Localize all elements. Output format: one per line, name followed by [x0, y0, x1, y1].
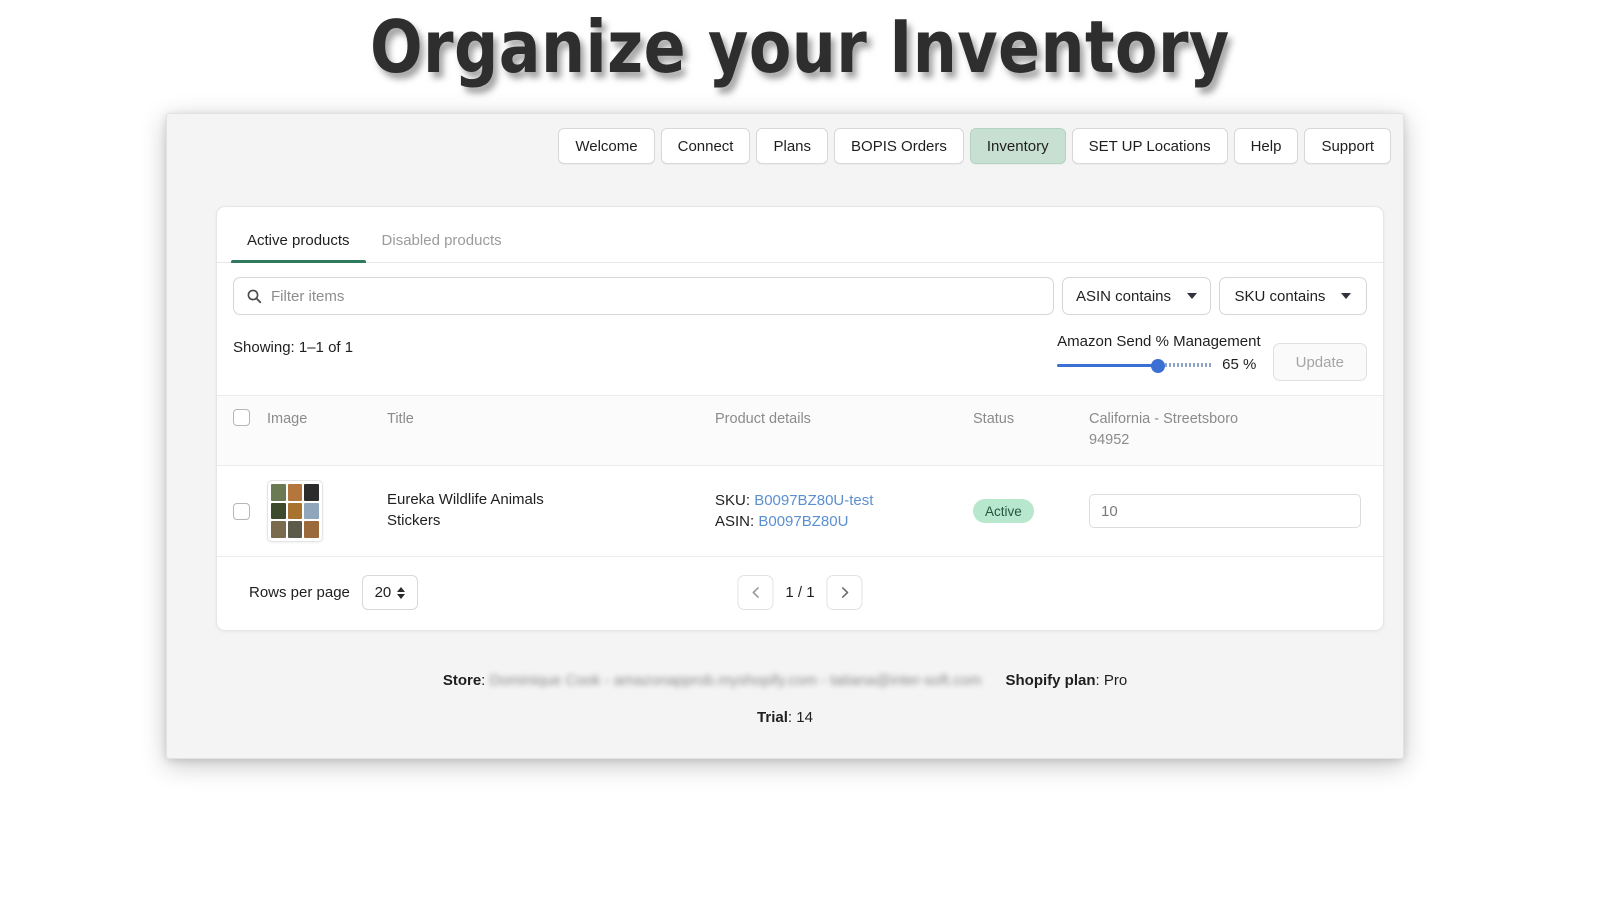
location-name: California - Streetsboro — [1089, 411, 1239, 427]
results-meta-row: Showing: 1–1 of 1 Amazon Send % Manageme… — [217, 323, 1383, 395]
nav-item-bopis-orders[interactable]: BOPIS Orders — [834, 128, 964, 164]
send-percent-controls: Amazon Send % Management 65 % Update — [1057, 333, 1367, 381]
chevron-left-icon — [751, 587, 759, 598]
table-row: Eureka Wildlife Animals Stickers SKU: B0… — [217, 466, 1383, 558]
update-button[interactable]: Update — [1272, 343, 1367, 381]
stepper-icon — [397, 586, 406, 599]
sku-filter-dropdown[interactable]: SKU contains — [1219, 277, 1367, 315]
nav-item-setup-locations[interactable]: SET UP Locations — [1071, 128, 1228, 164]
column-header-title: Title — [387, 411, 414, 427]
search-box[interactable] — [233, 277, 1054, 315]
rows-per-page-value: 20 — [374, 584, 392, 602]
results-count: Showing: 1–1 of 1 — [233, 339, 354, 356]
product-tabs: Active products Disabled products — [217, 207, 1383, 263]
page-indicator: 1 / 1 — [785, 584, 815, 602]
rows-per-page-select[interactable]: 20 — [361, 575, 418, 611]
page-title: Organize your Inventory — [370, 5, 1230, 89]
row-image-cell — [267, 480, 387, 543]
row-details-cell: SKU: B0097BZ80U-test ASIN: B0097BZ80U — [715, 490, 973, 532]
row-title-cell: Eureka Wildlife Animals Stickers — [387, 490, 715, 531]
asin-filter-dropdown[interactable]: ASIN contains — [1061, 277, 1211, 315]
trial-label: Trial — [757, 708, 788, 726]
store-value: Dominique Cook - amazonapprob.myshopify.… — [489, 672, 982, 689]
nav-item-help[interactable]: Help — [1233, 128, 1299, 164]
column-header-image: Image — [267, 411, 308, 427]
store-info-line: Store: Dominique Cook - amazonapprob.mys… — [167, 670, 1403, 693]
status-badge: Active — [973, 499, 1034, 524]
sku-label: SKU: — [715, 492, 751, 510]
rows-per-page-label: Rows per page — [249, 584, 350, 602]
store-label: Store — [442, 672, 482, 689]
slider-track-remainder — [1161, 362, 1213, 367]
select-all-checkbox[interactable] — [233, 409, 250, 426]
chevron-down-icon — [1187, 293, 1197, 299]
store-colon: : — [481, 672, 490, 689]
nav-item-support[interactable]: Support — [1304, 128, 1391, 164]
plan-info: Shopify plan: Pro — [1006, 670, 1128, 693]
pagination-controls: 1 / 1 — [737, 575, 863, 611]
nav-item-plans[interactable]: Plans — [756, 128, 829, 164]
column-header-product-details: Product details — [715, 411, 811, 427]
chevron-right-icon — [841, 587, 849, 598]
row-status-cell: Active — [973, 499, 1089, 524]
filter-toolbar: ASIN contains SKU contains — [217, 263, 1383, 323]
tab-disabled-products[interactable]: Disabled products — [366, 233, 518, 262]
slider-thumb[interactable] — [1150, 358, 1165, 373]
trial-colon: : — [787, 708, 797, 726]
row-checkbox[interactable] — [233, 502, 250, 520]
asin-value[interactable]: B0097BZ80U — [758, 513, 848, 530]
nav-item-connect[interactable]: Connect — [660, 128, 751, 164]
plan-colon: : — [1095, 672, 1104, 689]
store-info-footer: Store: Dominique Cook - amazonapprob.mys… — [167, 670, 1403, 729]
sku-filter-label: SKU contains — [1234, 287, 1326, 305]
send-percent-value: 65 % — [1222, 356, 1257, 373]
asin-filter-label: ASIN contains — [1075, 287, 1171, 305]
slider-fill — [1057, 363, 1158, 367]
column-header-status: Status — [973, 411, 1015, 427]
row-select-cell — [233, 502, 267, 520]
inventory-card: Active products Disabled products ASIN c… — [216, 206, 1384, 632]
product-sku: SKU: B0097BZ80U-test — [715, 490, 973, 511]
search-icon — [247, 289, 262, 304]
nav-item-welcome[interactable]: Welcome — [558, 128, 655, 164]
plan-value: Pro — [1103, 672, 1128, 689]
select-all-cell — [233, 409, 267, 426]
product-title: Eureka Wildlife Animals Stickers — [387, 491, 544, 530]
send-percent-slider[interactable] — [1057, 357, 1213, 373]
hero-banner: Organize your Inventory — [0, 5, 1600, 89]
trial-value: 14 — [796, 708, 813, 726]
table-header-row: Image Title Product details Status Calif… — [217, 395, 1383, 467]
row-quantity-cell — [1089, 494, 1367, 529]
main-navigation: Welcome Connect Plans BOPIS Orders Inven… — [558, 128, 1391, 164]
column-header-location: California - Streetsboro 94952 — [1089, 409, 1367, 451]
previous-page-button[interactable] — [737, 575, 774, 611]
nav-item-inventory[interactable]: Inventory — [969, 128, 1066, 164]
table-footer: Rows per page 20 1 / 1 — [217, 557, 1383, 630]
quantity-input[interactable] — [1089, 494, 1361, 529]
store-info: Store: Dominique Cook - amazonapprob.mys… — [443, 670, 982, 693]
asin-label: ASIN: — [715, 513, 755, 531]
location-zip: 94952 — [1089, 432, 1130, 449]
chevron-down-icon — [1341, 293, 1352, 299]
trial-info-line: Trial: 14 — [167, 707, 1403, 730]
send-percent-label: Amazon Send % Management — [1057, 333, 1261, 350]
plan-label: Shopify plan — [1005, 672, 1096, 689]
sku-value[interactable]: B0097BZ80U-test — [754, 492, 873, 509]
search-input[interactable] — [271, 287, 1041, 305]
product-thumbnail — [267, 480, 323, 543]
product-asin: ASIN: B0097BZ80U — [715, 511, 973, 532]
tab-active-products[interactable]: Active products — [231, 233, 366, 263]
app-window: Welcome Connect Plans BOPIS Orders Inven… — [166, 113, 1404, 759]
next-page-button[interactable] — [826, 575, 863, 611]
